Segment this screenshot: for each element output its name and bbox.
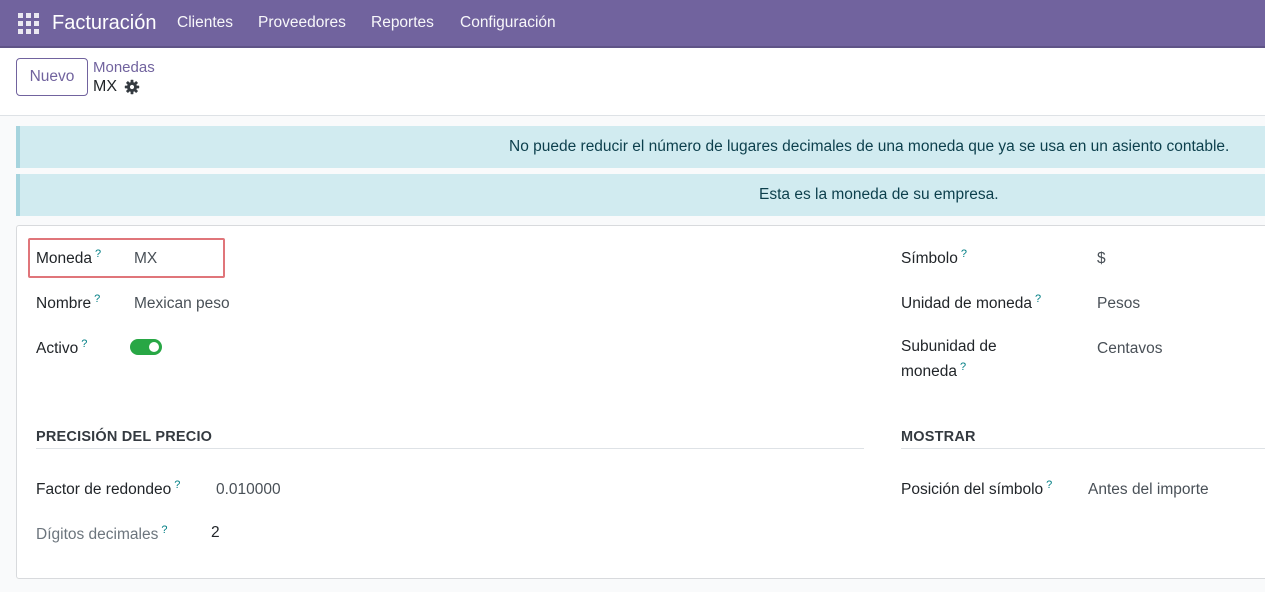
currency-input[interactable]: MX bbox=[134, 250, 157, 268]
breadcrumb-current: MX bbox=[93, 78, 117, 95]
display-section-title: MOSTRAR bbox=[901, 429, 976, 445]
app-brand[interactable]: Facturación bbox=[52, 12, 157, 35]
help-tooltip-icon[interactable]: ? bbox=[174, 479, 180, 491]
menu-reportes[interactable]: Reportes bbox=[371, 14, 434, 32]
help-tooltip-icon[interactable]: ? bbox=[94, 293, 100, 305]
breadcrumb-monedas[interactable]: Monedas bbox=[93, 59, 155, 76]
help-tooltip-icon[interactable]: ? bbox=[1046, 479, 1052, 491]
symbol-position-select[interactable]: Antes del importe bbox=[1088, 481, 1209, 499]
rounding-factor-label: Factor de redondeo? bbox=[36, 479, 181, 499]
help-tooltip-icon[interactable]: ? bbox=[161, 524, 167, 536]
gear-icon[interactable] bbox=[124, 79, 140, 95]
help-tooltip-icon[interactable]: ? bbox=[95, 248, 101, 260]
currency-unit-input[interactable]: Pesos bbox=[1097, 295, 1140, 313]
control-panel: Nuevo Monedas MX bbox=[0, 48, 1265, 116]
name-label: Nombre? bbox=[36, 293, 101, 313]
help-tooltip-icon[interactable]: ? bbox=[81, 338, 87, 350]
currency-subunit-input[interactable]: Centavos bbox=[1097, 340, 1162, 358]
alert-text: Esta es la moneda de su empresa. bbox=[759, 186, 999, 203]
name-input[interactable]: Mexican peso bbox=[134, 295, 230, 313]
help-tooltip-icon[interactable]: ? bbox=[1035, 293, 1041, 305]
form-sheet: Moneda? MX Nombre? Mexican peso Activo? … bbox=[16, 225, 1265, 579]
price-precision-section-title: PRECISIÓN DEL PRECIO bbox=[36, 429, 213, 445]
symbol-input[interactable]: $ bbox=[1097, 250, 1106, 268]
help-tooltip-icon[interactable]: ? bbox=[960, 361, 966, 373]
currency-unit-label: Unidad de moneda? bbox=[901, 293, 1042, 313]
menu-proveedores[interactable]: Proveedores bbox=[258, 14, 346, 32]
top-navbar: Facturación Clientes Proveedores Reporte… bbox=[0, 0, 1265, 48]
menu-clientes[interactable]: Clientes bbox=[177, 14, 233, 32]
symbol-label: Símbolo? bbox=[901, 248, 967, 268]
decimal-digits-value: 2 bbox=[211, 524, 220, 541]
currency-subunit-label-line2: moneda? bbox=[901, 361, 967, 381]
company-currency-alert: Esta es la moneda de su empresa. bbox=[16, 174, 1265, 216]
currency-subunit-label: Subunidad de bbox=[901, 338, 997, 355]
currency-label: Moneda? bbox=[36, 248, 102, 268]
active-toggle[interactable] bbox=[130, 339, 162, 355]
decimal-places-alert: No puede reducir el número de lugares de… bbox=[16, 126, 1265, 168]
decimal-digits-label: Dígitos decimales? bbox=[36, 524, 168, 544]
active-label: Activo? bbox=[36, 338, 88, 358]
new-button[interactable]: Nuevo bbox=[16, 58, 88, 96]
apps-grid-icon[interactable] bbox=[18, 13, 39, 34]
alert-text: No puede reducir el número de lugares de… bbox=[509, 138, 1230, 155]
menu-configuracion[interactable]: Configuración bbox=[460, 14, 556, 32]
rounding-factor-input[interactable]: 0.010000 bbox=[216, 481, 281, 499]
section-divider bbox=[36, 448, 864, 449]
symbol-position-label: Posición del símbolo? bbox=[901, 479, 1053, 499]
section-divider bbox=[901, 448, 1265, 449]
help-tooltip-icon[interactable]: ? bbox=[961, 248, 967, 260]
